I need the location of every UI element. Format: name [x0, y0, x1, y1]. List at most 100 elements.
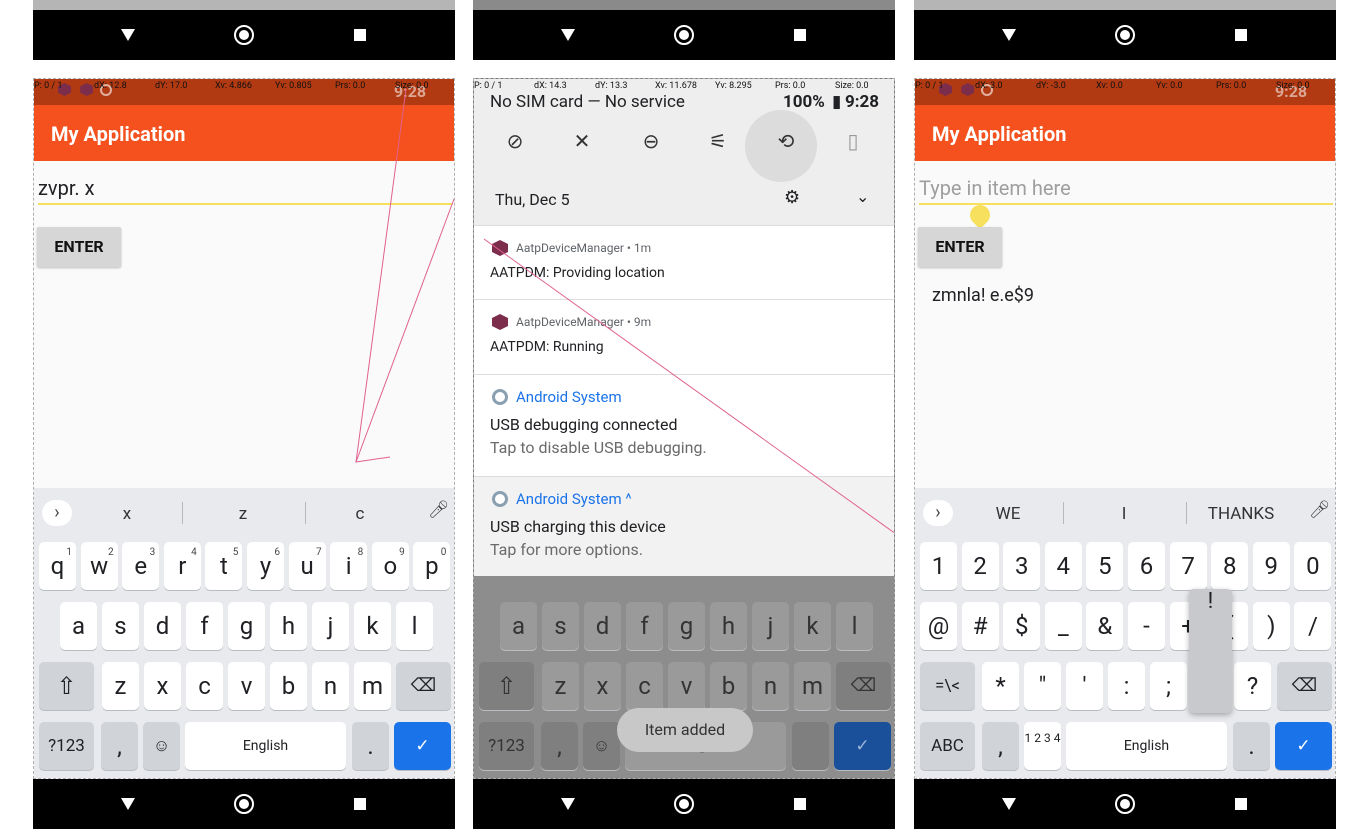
key[interactable]: k: [354, 602, 391, 650]
key[interactable]: ?: [1234, 662, 1271, 710]
key[interactable]: 0: [1294, 542, 1332, 590]
back-triangle-icon[interactable]: [121, 29, 135, 41]
key[interactable]: z: [102, 662, 139, 710]
key[interactable]: _: [1044, 602, 1082, 650]
key[interactable]: 8i: [330, 542, 368, 590]
key[interactable]: n: [752, 662, 789, 710]
key[interactable]: ': [1066, 662, 1103, 710]
comma-key[interactable]: ,: [541, 722, 578, 770]
key[interactable]: 6: [1128, 542, 1165, 590]
more-symbols-key[interactable]: =\<: [920, 662, 975, 710]
key[interactable]: 6y: [247, 542, 284, 590]
key[interactable]: l: [396, 602, 433, 650]
symbols-key[interactable]: ?123: [479, 722, 534, 770]
key[interactable]: k: [794, 602, 831, 650]
key[interactable]: 3e: [122, 542, 160, 590]
key[interactable]: j: [752, 602, 789, 650]
key[interactable]: c: [186, 662, 223, 710]
key[interactable]: g: [228, 602, 265, 650]
chevron-right-icon[interactable]: ›: [42, 500, 72, 526]
key[interactable]: ": [1024, 662, 1061, 710]
emoji-icon[interactable]: ☺: [143, 722, 180, 770]
period-key[interactable]: .: [1233, 722, 1270, 770]
enter-button[interactable]: ENTER: [918, 227, 1002, 267]
comma-key[interactable]: ,: [982, 722, 1019, 770]
notification-card[interactable]: AatpDeviceManager • 9m AATPDM: Running: [474, 299, 894, 374]
key[interactable]: d: [144, 602, 181, 650]
key[interactable]: :: [1108, 662, 1145, 710]
key[interactable]: 2w: [80, 542, 118, 590]
home-circle-icon[interactable]: [1115, 25, 1135, 45]
key[interactable]: n: [312, 662, 349, 710]
space-key[interactable]: English: [1066, 722, 1227, 770]
period-key[interactable]: [792, 722, 829, 770]
shift-key[interactable]: ⇧: [39, 662, 94, 710]
key[interactable]: 0p: [413, 542, 451, 590]
notification-card[interactable]: Android System ^ USB charging this devic…: [474, 476, 894, 576]
key[interactable]: v: [228, 662, 265, 710]
key[interactable]: #: [961, 602, 999, 650]
suggestion-1[interactable]: x: [123, 504, 131, 524]
suggestion-1[interactable]: WE: [996, 504, 1021, 524]
suggestion-2[interactable]: I: [1122, 504, 1127, 524]
recents-square-icon[interactable]: [794, 29, 806, 41]
bluetooth-off-icon[interactable]: ✕: [567, 129, 597, 159]
suggestion-3[interactable]: THANKS: [1208, 504, 1274, 524]
key[interactable]: x: [144, 662, 181, 710]
back-triangle-icon[interactable]: [1002, 798, 1016, 810]
key[interactable]: @: [920, 602, 957, 650]
suggestion-2[interactable]: z: [239, 504, 247, 524]
key[interactable]: 4r: [163, 542, 201, 590]
text-cursor-handle[interactable]: [965, 200, 995, 230]
numpad-key[interactable]: 1 2 3 4: [1024, 722, 1061, 770]
settings-gear-icon[interactable]: ⚙: [784, 187, 800, 208]
checkmark-icon[interactable]: ✓: [1275, 722, 1332, 770]
key[interactable]: l: [836, 602, 873, 650]
notification-card[interactable]: Android System USB debugging connected T…: [474, 374, 894, 476]
key[interactable]: s: [102, 602, 139, 650]
enter-button[interactable]: ENTER: [37, 227, 121, 267]
auto-rotate-icon[interactable]: ⟲: [771, 129, 801, 159]
key[interactable]: 9o: [371, 542, 409, 590]
key[interactable]: a: [500, 602, 537, 650]
key[interactable]: 5: [1086, 542, 1124, 590]
chevron-down-icon[interactable]: ⌄: [856, 187, 869, 206]
checkmark-icon[interactable]: ✓: [394, 722, 451, 770]
period-key[interactable]: .: [352, 722, 389, 770]
key[interactable]: 5t: [205, 542, 243, 590]
key[interactable]: a: [60, 602, 97, 650]
key[interactable]: c: [626, 662, 663, 710]
key[interactable]: -: [1128, 602, 1165, 650]
comma-key[interactable]: ,: [101, 722, 138, 770]
list-item[interactable]: zmnla! e.e$9: [932, 285, 1034, 306]
microphone-icon[interactable]: 🎤︎: [428, 500, 450, 520]
key[interactable]: 2: [961, 542, 999, 590]
key[interactable]: m: [794, 662, 831, 710]
key[interactable]: 9: [1252, 542, 1290, 590]
key-popup[interactable]: !: [1189, 589, 1232, 713]
key[interactable]: m: [354, 662, 391, 710]
key[interactable]: /: [1294, 602, 1332, 650]
back-triangle-icon[interactable]: [1002, 29, 1016, 41]
recents-square-icon[interactable]: [354, 29, 366, 41]
key[interactable]: j: [312, 602, 349, 650]
key[interactable]: 1q: [39, 542, 76, 590]
dnd-icon[interactable]: ⊖: [636, 129, 666, 159]
key[interactable]: ): [1252, 602, 1290, 650]
item-input[interactable]: zvpr. x: [38, 169, 452, 205]
notification-card[interactable]: AatpDeviceManager • 1m AATPDM: Providing…: [474, 225, 894, 299]
key[interactable]: *: [982, 662, 1019, 710]
backspace-key[interactable]: ⌫: [1277, 662, 1332, 710]
space-key[interactable]: English: [185, 722, 346, 770]
key[interactable]: x: [584, 662, 621, 710]
key[interactable]: $: [1003, 602, 1041, 650]
home-circle-icon[interactable]: [234, 25, 254, 45]
home-circle-icon[interactable]: [674, 794, 694, 814]
key[interactable]: g: [668, 602, 705, 650]
home-circle-icon[interactable]: [674, 25, 694, 45]
key[interactable]: d: [584, 602, 621, 650]
item-input[interactable]: Type in item here: [919, 169, 1333, 205]
back-triangle-icon[interactable]: [561, 798, 575, 810]
battery-saver-icon[interactable]: ▯: [838, 129, 868, 159]
key[interactable]: f: [186, 602, 223, 650]
